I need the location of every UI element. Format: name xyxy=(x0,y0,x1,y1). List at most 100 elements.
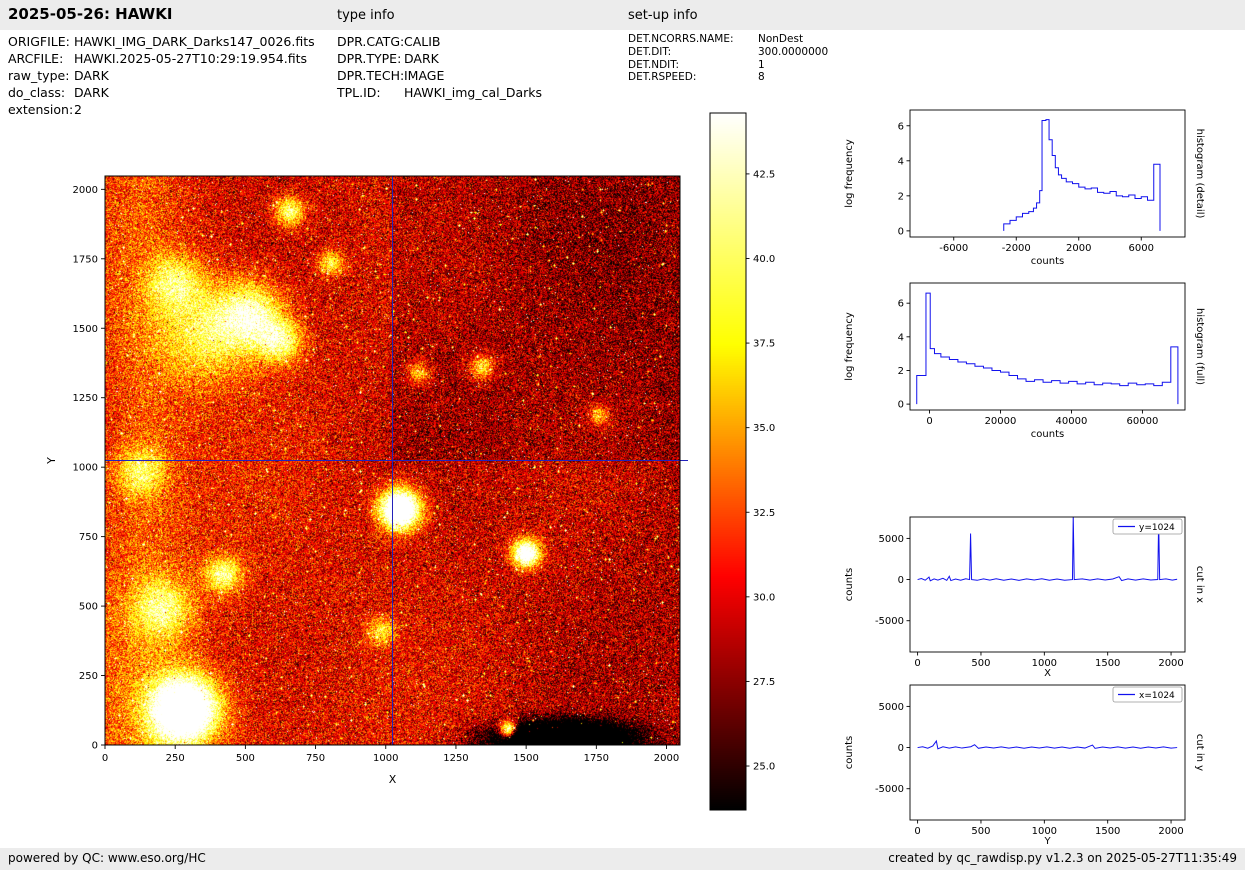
svg-text:500: 500 xyxy=(236,753,255,764)
svg-text:-6000: -6000 xyxy=(939,243,968,254)
meta-value: 8 xyxy=(758,71,765,84)
svg-text:X: X xyxy=(389,773,397,786)
svg-text:0: 0 xyxy=(914,658,920,669)
meta-value: HAWKI.2025-05-27T10:29:19.954.fits xyxy=(74,51,307,66)
svg-text:histogram (full): histogram (full) xyxy=(1194,308,1205,385)
svg-text:40000: 40000 xyxy=(1056,416,1088,427)
histogram-full-plot: 0 20000 40000 60000 0 2 4 6 counts log frequency h… xyxy=(830,268,1210,453)
svg-text:60000: 60000 xyxy=(1127,416,1159,427)
svg-text:-5000: -5000 xyxy=(875,784,904,795)
svg-text:25.0: 25.0 xyxy=(753,762,775,773)
cut-x-svg: 0 500 1000 1500 2000-500005000Xcounts cut in … xyxy=(844,516,1205,679)
svg-text:1000: 1000 xyxy=(373,753,398,764)
svg-text:4: 4 xyxy=(898,156,904,167)
svg-text:0: 0 xyxy=(92,741,98,752)
meta-row: do_class: DARK xyxy=(8,84,315,101)
svg-text:cut in x: cut in x xyxy=(1194,566,1205,603)
meta-value: 2 xyxy=(74,102,82,117)
svg-text:-2000: -2000 xyxy=(1002,243,1031,254)
meta-value: IMAGE xyxy=(404,68,445,83)
svg-text:log frequency: log frequency xyxy=(844,312,855,381)
svg-text:250: 250 xyxy=(79,671,98,682)
svg-text:counts: counts xyxy=(1031,256,1064,267)
setup-info-heading: set-up info xyxy=(628,8,698,23)
svg-text:20000: 20000 xyxy=(985,416,1017,427)
svg-text:500: 500 xyxy=(79,602,98,613)
svg-text:1500: 1500 xyxy=(1095,658,1120,669)
footer-created-by: created by qc_rawdisp.py v1.2.3 on 2025-… xyxy=(888,851,1237,865)
meta-label: ORIGFILE: xyxy=(8,34,70,49)
svg-text:1000: 1000 xyxy=(73,463,98,474)
svg-text:1750: 1750 xyxy=(73,254,98,265)
svg-text:1500: 1500 xyxy=(513,753,538,764)
meta-value: CALIB xyxy=(404,34,441,49)
svg-text:30.0: 30.0 xyxy=(753,592,775,603)
svg-text:1250: 1250 xyxy=(73,393,98,404)
svg-text:0: 0 xyxy=(898,743,904,754)
histogram-detail-plot: -6000 -2000 2000 6000 0 2 4 6 counts log frequenc… xyxy=(830,95,1210,280)
svg-text:250: 250 xyxy=(166,753,185,764)
cut-in-x-plot: 0 500 1000 1500 2000 -5000 0 5000 Xcounts cut in … xyxy=(830,502,1210,687)
meta-label: DPR.TECH: xyxy=(337,68,405,83)
hist-detail-svg: -6000 -2000 2000 6000 0 2 4 6 counts log frequenc… xyxy=(844,109,1205,267)
svg-text:2000: 2000 xyxy=(1158,826,1183,837)
setup-info-list: DET.NCORRS.NAME: NonDest DET.DIT: 300.00000… xyxy=(628,33,828,84)
svg-text:1500: 1500 xyxy=(73,324,98,335)
meta-value: DARK xyxy=(74,85,109,100)
svg-text:1750: 1750 xyxy=(584,753,609,764)
page-title: 2025-05-26: HAWKI xyxy=(8,5,173,23)
svg-text:37.5: 37.5 xyxy=(753,339,775,350)
meta-row: ORIGFILE: HAWKI_IMG_DARK_Darks147_0026.fi… xyxy=(8,33,315,50)
meta-row: DET.DIT: 300.0000000 xyxy=(628,46,828,59)
svg-text:6000: 6000 xyxy=(1129,243,1154,254)
svg-text:cut in y: cut in y xyxy=(1194,734,1205,771)
svg-text:log frequency: log frequency xyxy=(844,139,855,208)
svg-text:500: 500 xyxy=(971,826,990,837)
svg-text:1250: 1250 xyxy=(443,753,468,764)
svg-text:32.5: 32.5 xyxy=(753,508,775,519)
dark-frame-image xyxy=(105,176,680,745)
meta-row: DPR.CATG:CALIB xyxy=(337,33,542,50)
meta-label: DET.RSPEED: xyxy=(628,71,697,84)
svg-text:2: 2 xyxy=(898,191,904,202)
meta-label: DET.NCORRS.NAME: xyxy=(628,33,734,45)
meta-label: DPR.CATG: xyxy=(337,34,405,49)
meta-row: TPL.ID: HAWKI_img_cal_Darks xyxy=(337,84,542,101)
cut-y-svg: 0 500 1000 1500 2000-500005000Ycounts cut in … xyxy=(844,684,1205,847)
svg-text:Y: Y xyxy=(1043,836,1051,847)
file-info-list: ORIGFILE: HAWKI_IMG_DARK_Darks147_0026.fi… xyxy=(8,33,315,118)
meta-row: DPR.TYPE: DARK xyxy=(337,50,542,67)
svg-text:Y: Y xyxy=(45,457,58,465)
meta-value: NonDest xyxy=(758,33,804,45)
meta-value: DARK xyxy=(74,68,109,83)
meta-label: extension: xyxy=(8,102,74,117)
meta-row: extension:2 xyxy=(8,101,315,118)
meta-row: DPR.TECH:IMAGE xyxy=(337,67,542,84)
svg-text:counts: counts xyxy=(844,568,855,601)
svg-text:1500: 1500 xyxy=(1095,826,1120,837)
meta-label: DPR.TYPE: xyxy=(337,51,402,66)
meta-label: DET.DIT: xyxy=(628,45,672,58)
svg-text:0: 0 xyxy=(898,575,904,586)
meta-row: raw_type: DARK xyxy=(8,67,315,84)
svg-text:y=1024: y=1024 xyxy=(1139,523,1175,533)
meta-value: HAWKI_IMG_DARK_Darks147_0026.fits xyxy=(74,34,315,49)
meta-label: DET.NDIT: xyxy=(628,58,680,71)
meta-value: 1 xyxy=(758,58,765,71)
svg-text:0: 0 xyxy=(898,226,904,237)
svg-text:2000: 2000 xyxy=(73,185,98,196)
meta-label: raw_type: xyxy=(8,68,70,83)
meta-label: TPL.ID: xyxy=(337,85,381,100)
footer-bar: powered by QC: www.eso.org/HC created by… xyxy=(0,848,1245,870)
meta-row: DET.RSPEED: 8 xyxy=(628,71,828,84)
svg-text:0: 0 xyxy=(914,826,920,837)
svg-text:40.0: 40.0 xyxy=(753,254,775,265)
meta-label: ARCFILE: xyxy=(8,51,64,66)
svg-text:4: 4 xyxy=(898,332,904,343)
meta-value: HAWKI_img_cal_Darks xyxy=(404,85,543,100)
meta-row: DET.NDIT: 1 xyxy=(628,59,828,72)
hist-full-svg: 0 20000 40000 60000 0 2 4 6 counts log frequency h… xyxy=(844,282,1205,440)
svg-text:42.5: 42.5 xyxy=(753,169,775,180)
svg-text:27.5: 27.5 xyxy=(753,677,775,688)
svg-text:-5000: -5000 xyxy=(875,616,904,627)
